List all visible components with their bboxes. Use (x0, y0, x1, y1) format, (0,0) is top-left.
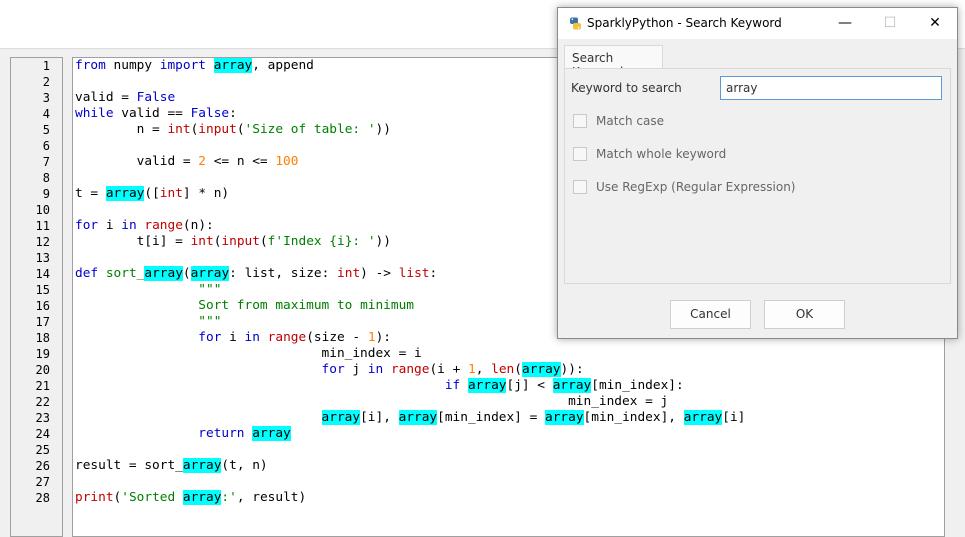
code-line: t = array([int] * n) (75, 186, 230, 201)
line-number: 16 (35, 299, 50, 313)
line-number: 7 (42, 155, 50, 169)
code-line: def sort_array(array: list, size: int) -… (75, 266, 438, 281)
code-line: for j in range(i + 1, len(array)): (321, 362, 584, 377)
line-number: 27 (35, 475, 50, 489)
code-line: while valid == False: (75, 106, 237, 121)
code-line: """ (198, 282, 222, 297)
line-number: 1 (42, 59, 50, 73)
code-line: if array[j] < array[min_index]: (444, 378, 684, 393)
ok-button[interactable]: OK (764, 300, 845, 329)
line-number: 9 (42, 187, 50, 201)
minimize-icon: — (838, 15, 852, 31)
line-number: 5 (42, 123, 50, 137)
line-number: 3 (42, 91, 50, 105)
search-options-panel (564, 68, 951, 284)
keyword-label: Keyword to search (571, 81, 682, 95)
code-line: min_index = i (75, 346, 422, 361)
dialog-title: SparklyPython - Search Keyword (587, 16, 782, 30)
code-line: for i in range(size - 1): (198, 330, 391, 345)
code-line: t[i] = int(input(f'Index {i}: ')) (75, 234, 391, 249)
code-line: from numpy import array, append (75, 58, 314, 73)
match-case-checkbox[interactable] (573, 114, 587, 128)
close-icon: ✕ (929, 15, 941, 31)
line-number: 6 (42, 139, 50, 153)
tab-search-keyword[interactable]: Search Keyword (564, 45, 663, 79)
maximize-button[interactable]: ☐ (867, 8, 913, 39)
code-line: """ (198, 314, 222, 329)
line-number: 22 (35, 395, 50, 409)
use-regexp-label: Use RegExp (Regular Expression) (596, 180, 796, 194)
line-number: 17 (35, 315, 50, 329)
minimize-button[interactable]: — (822, 8, 868, 39)
line-number: 20 (35, 363, 50, 377)
code-line: valid = False (75, 90, 176, 105)
match-whole-keyword-label: Match whole keyword (596, 147, 727, 161)
line-number: 13 (35, 251, 50, 265)
keyword-input[interactable] (720, 76, 942, 100)
code-line: Sort from maximum to minimum (198, 298, 415, 313)
code-line: min_index = j (75, 394, 669, 409)
line-number: 24 (35, 427, 50, 441)
match-case-label: Match case (596, 114, 665, 128)
line-number: 19 (35, 347, 50, 361)
line-number: 4 (42, 107, 50, 121)
line-number: 28 (35, 491, 50, 505)
dialog-titlebar: SparklyPython - Search Keyword — ☐ ✕ (558, 8, 957, 39)
maximize-icon: ☐ (883, 15, 897, 31)
code-line: print('Sorted array:', result) (75, 490, 307, 505)
cancel-button[interactable]: Cancel (670, 300, 751, 329)
code-line: array[i], array[min_index] = array[min_i… (321, 410, 746, 425)
code-line: return array (198, 426, 291, 441)
line-number: 15 (35, 283, 50, 297)
line-number: 26 (35, 459, 50, 473)
line-number: 25 (35, 443, 50, 457)
code-line: result = sort_array(t, n) (75, 458, 268, 473)
search-keyword-dialog: SparklyPython - Search Keyword — ☐ ✕ Sea… (557, 7, 958, 339)
code-line: valid = 2 <= n <= 100 (75, 154, 299, 169)
line-number: 11 (35, 219, 50, 233)
python-app-icon (570, 17, 581, 30)
code-line: n = int(input('Size of table: ')) (75, 122, 391, 137)
line-number: 12 (35, 235, 50, 249)
line-number: 8 (42, 171, 50, 185)
code-line: for i in range(n): (75, 218, 214, 233)
line-number: 21 (35, 379, 50, 393)
match-whole-keyword-checkbox[interactable] (573, 147, 587, 161)
line-number: 18 (35, 331, 50, 345)
use-regexp-checkbox[interactable] (573, 180, 587, 194)
line-number: 2 (42, 75, 50, 89)
line-number: 10 (35, 203, 50, 217)
line-number: 23 (35, 411, 50, 425)
close-button[interactable]: ✕ (912, 8, 958, 39)
line-number: 14 (35, 267, 50, 281)
